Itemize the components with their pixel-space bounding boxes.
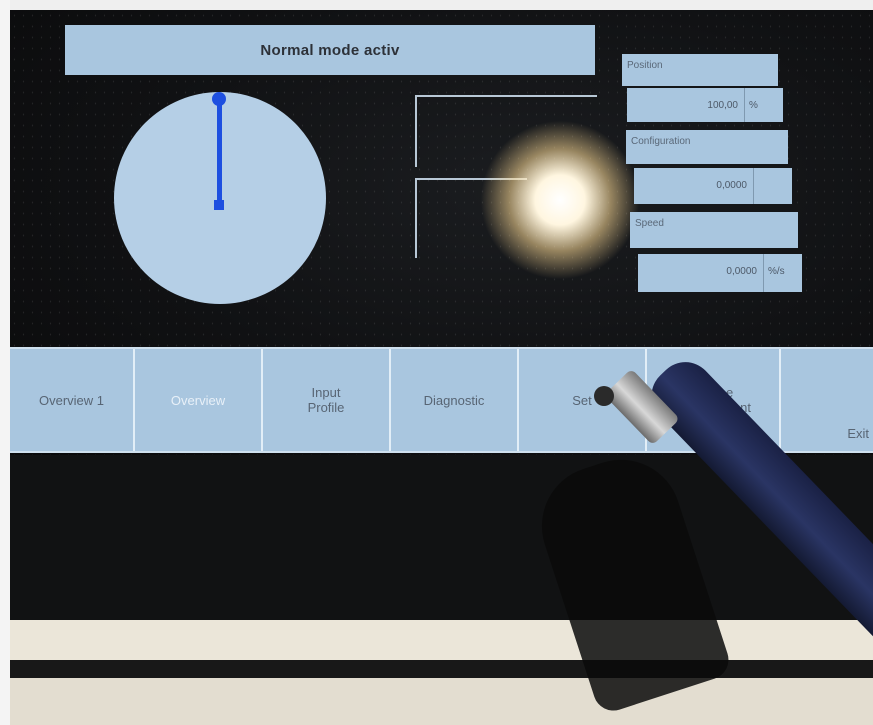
param-label-speed: Speed xyxy=(630,212,798,248)
param-value-text: 0,0000 xyxy=(726,266,757,277)
device-edge xyxy=(10,660,873,678)
param-value-text: 100,00 xyxy=(707,100,738,111)
nav-overview-1[interactable]: Overview 1 xyxy=(10,349,135,451)
param-value-position[interactable]: 100,00 % xyxy=(627,88,783,122)
stylus-tip-icon xyxy=(594,386,614,406)
dial-needle-tip xyxy=(212,92,226,106)
dial-needle xyxy=(217,98,222,202)
bezel-left xyxy=(0,0,10,725)
nav-exit[interactable]: Exit xyxy=(781,349,873,451)
device-trim xyxy=(10,620,873,660)
table-surface xyxy=(10,678,873,725)
param-unit: % xyxy=(744,88,783,122)
param-label-configuration: Configuration xyxy=(626,130,788,164)
nav-overview[interactable]: Overview xyxy=(135,349,263,451)
param-unit: %/s xyxy=(763,254,802,292)
param-label-position: Position xyxy=(622,54,778,86)
nav-diagnostic[interactable]: Diagnostic xyxy=(391,349,519,451)
light-glare xyxy=(480,120,640,280)
dial-needle-hub xyxy=(214,200,224,210)
param-value-speed[interactable]: 0,0000 %/s xyxy=(638,254,802,292)
photo-frame: Normal mode activ Position 100,00 % Conf… xyxy=(0,0,873,725)
dial-gauge-icon xyxy=(114,92,326,304)
nav-input-profile[interactable]: Input Profile xyxy=(263,349,391,451)
param-value-configuration[interactable]: 0,0000 xyxy=(634,168,792,204)
status-banner: Normal mode activ xyxy=(65,25,595,75)
param-value-text: 0,0000 xyxy=(716,180,747,191)
param-unit xyxy=(753,168,792,204)
